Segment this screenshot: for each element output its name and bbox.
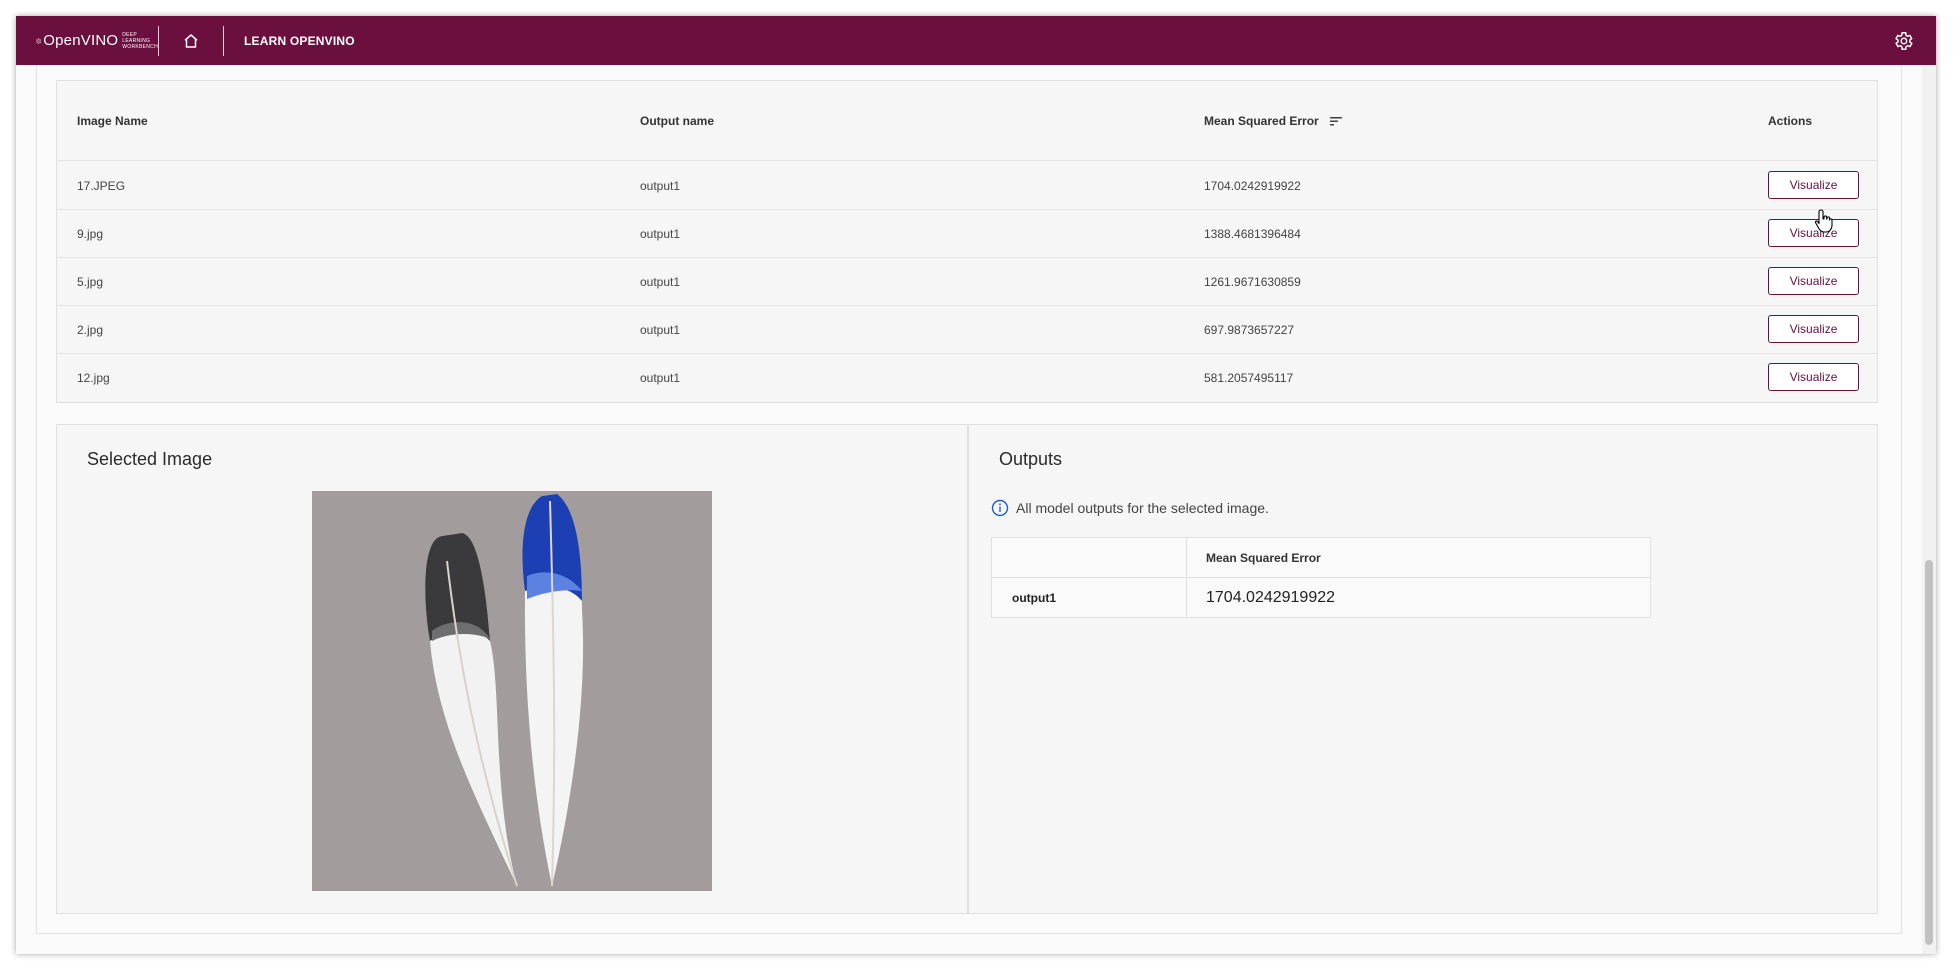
header-actions: Actions (1768, 114, 1813, 128)
page-scrollbar[interactable] (1922, 65, 1936, 954)
divider (223, 25, 224, 56)
column-divider (1186, 538, 1187, 577)
cell-image-name: 9.jpg (77, 226, 104, 241)
table-row[interactable]: 12.jpg output1 581.2057495117 Visualize (57, 354, 1877, 402)
cell-mse: 1261.9671630859 (1204, 274, 1301, 289)
visualize-button[interactable]: Visualize (1768, 315, 1859, 343)
outputs-table: Mean Squared Error output1 1704.02429199… (991, 537, 1651, 618)
cell-image-name: 2.jpg (77, 322, 104, 337)
home-button[interactable] (159, 16, 223, 65)
outputs-header-mse: Mean Squared Error (1206, 551, 1321, 565)
logo-text: OpenVINO (43, 32, 119, 49)
outputs-table-row: output1 1704.0242919922 (992, 578, 1650, 617)
cell-mse: 697.9873657227 (1204, 322, 1295, 337)
header-mse-label: Mean Squared Error (1204, 114, 1319, 128)
outputs-info: All model outputs for the selected image… (991, 499, 1269, 517)
top-navigation-bar: OpenVINO DEEP LEARNING WORKBENCH LEARN O… (16, 16, 1936, 65)
outputs-table-header: Mean Squared Error (992, 538, 1650, 578)
outputs-row-mse: 1704.0242919922 (1206, 588, 1336, 606)
logo-subtitle: DEEP LEARNING WORKBENCH (122, 32, 158, 50)
outputs-title: Outputs (999, 449, 1063, 469)
outputs-row-name: output1 (1012, 590, 1056, 605)
cell-output-name: output1 (640, 370, 681, 385)
cell-output-name: output1 (640, 226, 681, 241)
selected-image-preview (312, 491, 712, 891)
table-row[interactable]: 5.jpg output1 1261.9671630859 Visualize (57, 258, 1877, 306)
cell-mse: 1704.0242919922 (1204, 178, 1301, 193)
selected-image-panel: Selected Image (56, 424, 968, 914)
app-window: OpenVINO DEEP LEARNING WORKBENCH LEARN O… (16, 16, 1936, 954)
logo-subtitle-line-2: WORKBENCH (122, 43, 158, 50)
learn-openvino-link[interactable]: LEARN OPENVINO (244, 34, 355, 48)
gear-icon (1895, 32, 1913, 50)
logo-subtitle-line-1: DEEP LEARNING (122, 31, 151, 44)
home-icon (184, 33, 198, 48)
table-header: Image Name Output name Mean Squared Erro… (57, 81, 1877, 161)
cell-output-name: output1 (640, 274, 681, 289)
images-mse-table: Image Name Output name Mean Squared Erro… (56, 80, 1878, 403)
outputs-panel: Outputs All model outputs for the select… (968, 424, 1878, 914)
header-image-name[interactable]: Image Name (77, 81, 148, 161)
cell-mse: 581.2057495117 (1204, 370, 1294, 385)
feathers-image (312, 491, 712, 891)
cell-mse: 1388.4681396484 (1204, 226, 1301, 241)
info-icon (991, 499, 1009, 517)
table-row[interactable]: 9.jpg output1 1388.4681396484 Visualize (57, 210, 1877, 258)
cell-image-name: 12.jpg (77, 370, 110, 385)
openvino-logo[interactable]: OpenVINO DEEP LEARNING WORKBENCH (36, 26, 158, 56)
table-row[interactable]: 2.jpg output1 697.9873657227 Visualize (57, 306, 1877, 354)
hand-cursor-icon (1814, 209, 1833, 233)
openvino-logo-icon (36, 37, 41, 44)
header-mse[interactable]: Mean Squared Error (1204, 81, 1343, 161)
visualize-button[interactable]: Visualize (1768, 267, 1859, 295)
cell-output-name: output1 (640, 322, 681, 337)
settings-button[interactable] (1890, 28, 1916, 54)
selected-image-title: Selected Image (87, 449, 213, 469)
cell-image-name: 5.jpg (77, 274, 104, 289)
sort-icon[interactable] (1329, 115, 1343, 127)
scrollbar-thumb[interactable] (1925, 560, 1933, 945)
cell-image-name: 17.JPEG (77, 178, 126, 193)
outputs-info-text: All model outputs for the selected image… (1016, 500, 1269, 516)
cell-output-name: output1 (640, 178, 681, 193)
header-output-name[interactable]: Output name (640, 81, 714, 161)
visualize-button[interactable]: Visualize (1768, 363, 1859, 391)
table-row[interactable]: 17.JPEG output1 1704.0242919922 Visualiz… (57, 162, 1877, 210)
column-divider (1186, 578, 1187, 617)
visualize-button[interactable]: Visualize (1768, 171, 1859, 199)
